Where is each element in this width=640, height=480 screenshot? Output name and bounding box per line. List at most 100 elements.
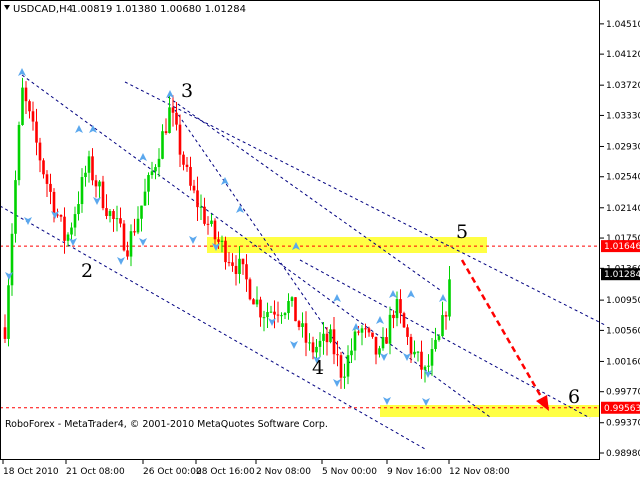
candle-body	[437, 336, 441, 340]
candle-body	[353, 331, 357, 351]
resistance-zone	[207, 237, 487, 253]
candle-body	[126, 250, 129, 257]
price-scale: 1.04510 1.04120 1.03720 1.03330 1.02930 1.025…	[600, 20, 640, 459]
candle-body	[122, 223, 126, 251]
candle-body	[52, 191, 56, 215]
candle-body	[199, 206, 203, 208]
x-tick-label: 5 Nov 00:00	[322, 467, 377, 477]
candle-body	[192, 185, 196, 191]
candle-body	[178, 124, 182, 155]
candle-body	[73, 214, 77, 228]
candle-body	[406, 327, 409, 337]
candle-body	[217, 239, 220, 242]
candle-body	[329, 329, 332, 343]
candle-body	[17, 124, 21, 181]
y-tick-label: 1.03330	[606, 111, 640, 121]
x-tick-label: 28 Oct 16:00	[196, 467, 255, 477]
current-price-text: 1.01284	[604, 270, 640, 280]
chart-window[interactable]: 1.04510 1.04120 1.03720 1.03330 1.02930 1.025…	[0, 0, 640, 480]
candle-body	[280, 315, 283, 317]
candle-body	[227, 262, 231, 264]
candle-body	[129, 231, 133, 257]
candle-body	[441, 315, 444, 337]
candle-body	[434, 339, 437, 350]
candle-body	[84, 172, 87, 178]
resistance-price-text: 1.01646	[604, 242, 640, 252]
candle-body	[255, 299, 259, 305]
candle-body	[325, 333, 329, 343]
candle-body	[336, 354, 339, 356]
candle-body	[364, 328, 367, 330]
candle-body	[259, 299, 262, 318]
candle-body	[290, 297, 294, 302]
candle-body	[105, 208, 108, 217]
candle-body	[45, 174, 49, 184]
ohlc-values: 1.00819 1.01380 1.00680 1.01284	[71, 4, 246, 15]
candle-body	[413, 351, 416, 355]
candle-body	[112, 211, 115, 220]
candle-body	[7, 285, 10, 339]
y-tick-label: 0.99370	[606, 419, 640, 429]
candle-body	[80, 177, 84, 205]
candle-body	[357, 331, 360, 333]
y-tick-label: 0.98980	[606, 449, 640, 459]
x-tick-label: 12 Nov 08:00	[449, 467, 510, 477]
x-tick-label: 2 Nov 08:00	[256, 467, 311, 477]
candle-body	[269, 311, 273, 313]
candle-body	[395, 299, 399, 319]
candle-body	[161, 131, 164, 159]
wave-label-2: 2	[81, 260, 93, 282]
candle-body	[409, 336, 413, 355]
copyright-text: RoboForex - MetaTrader4, © 2001-2010 Met…	[5, 419, 328, 430]
y-tick-label: 1.00950	[606, 296, 640, 306]
candle-body	[77, 204, 80, 215]
candle-body	[266, 312, 269, 318]
candle-body	[28, 101, 31, 112]
candle-body	[444, 315, 448, 317]
candle-body	[63, 216, 66, 241]
candle-body	[108, 211, 112, 217]
x-tick-label: 9 Nov 16:00	[387, 467, 442, 477]
candle-body	[339, 355, 343, 378]
candle-body	[332, 329, 336, 355]
candle-body	[381, 337, 385, 349]
candle-body	[423, 366, 427, 370]
wave-label-5: 5	[456, 221, 468, 243]
candle-body	[14, 180, 17, 234]
y-tick-label: 1.04510	[606, 20, 640, 30]
candle-body	[304, 323, 308, 343]
candle-body	[248, 279, 252, 300]
y-tick-label: 1.04120	[606, 50, 640, 60]
y-tick-label: 1.02140	[606, 204, 640, 214]
candle-body	[119, 218, 122, 224]
candle-body	[10, 233, 14, 286]
candle-body	[231, 262, 234, 266]
candle-body	[234, 265, 238, 275]
candle-body	[392, 314, 395, 319]
candle-body	[171, 107, 175, 113]
candle-body	[367, 328, 371, 333]
x-tick-label: 18 Oct 2010	[3, 467, 59, 477]
candle-body	[24, 87, 28, 102]
candle-body	[430, 349, 434, 366]
candle-body	[385, 337, 388, 344]
candle-body	[283, 313, 287, 316]
candle-body	[238, 258, 241, 275]
candle-body	[206, 223, 210, 225]
wave-label-4: 4	[312, 357, 324, 379]
candle-body	[294, 297, 297, 322]
candle-body	[273, 311, 276, 315]
candle-body	[35, 121, 38, 143]
candle-body	[374, 336, 378, 355]
candle-body	[150, 171, 154, 176]
candle-body	[213, 220, 217, 240]
candle-body	[70, 227, 73, 235]
candle-body	[168, 107, 171, 134]
target-price-text: 0.99563	[604, 404, 640, 414]
candle-body	[448, 279, 451, 317]
candle-body	[21, 87, 24, 125]
candle-body	[308, 342, 311, 344]
candle-body	[98, 181, 101, 187]
candle-body	[136, 218, 140, 233]
candle-body	[185, 164, 189, 167]
